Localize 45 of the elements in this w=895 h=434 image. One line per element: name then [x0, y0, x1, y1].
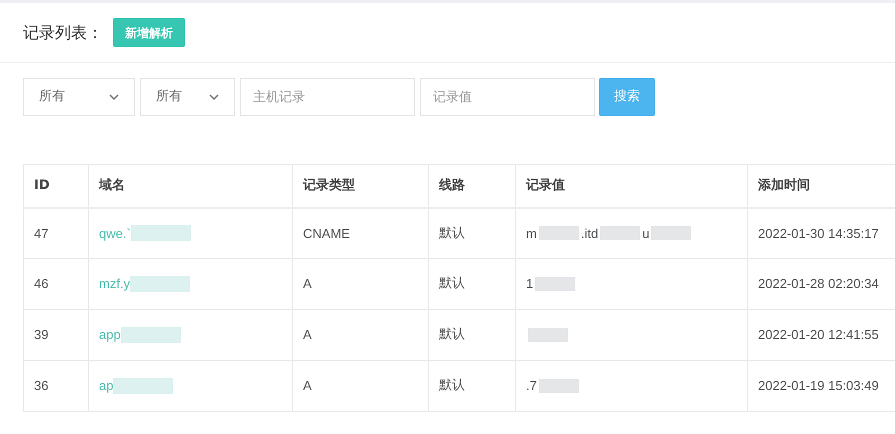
- filter-select[interactable]: 所有: [23, 78, 135, 116]
- redaction-mark: [113, 378, 174, 394]
- table-cell: 39: [24, 310, 88, 360]
- record-value-fragment: u: [642, 224, 650, 242]
- record-value-fragment: m: [526, 224, 537, 242]
- filter-input[interactable]: 记录值: [420, 78, 595, 116]
- column-header: ID: [24, 164, 88, 208]
- redaction-mark: [528, 328, 568, 342]
- record-value-fragment: .7: [526, 377, 537, 396]
- redaction-mark: [600, 226, 640, 240]
- domain-link[interactable]: app: [99, 325, 121, 345]
- section-title: 记录列表：: [23, 22, 103, 44]
- record-value-fragment: 1: [526, 275, 534, 294]
- search-button[interactable]: 搜索: [599, 78, 655, 116]
- chevron-down-icon: [109, 94, 119, 100]
- table-cell: CNAME: [292, 208, 428, 258]
- table-cell: 默认: [428, 258, 516, 310]
- column-header: 线路: [428, 164, 516, 208]
- filter-select[interactable]: 所有: [140, 78, 235, 116]
- redaction-mark: [538, 379, 579, 393]
- table-cell: A: [292, 360, 428, 412]
- table-cell: 47: [24, 208, 88, 258]
- domain-link[interactable]: ap: [99, 376, 114, 396]
- redaction-mark: [120, 327, 181, 343]
- add-record-button[interactable]: 新增解析: [113, 18, 185, 47]
- redaction-mark: [538, 226, 579, 240]
- domain-link[interactable]: mzf.y: [99, 274, 130, 294]
- column-header: 记录类型: [292, 164, 428, 208]
- chevron-down-icon: [209, 94, 219, 100]
- column-header: 域名: [88, 164, 292, 208]
- redaction-mark: [651, 226, 692, 240]
- domain-link[interactable]: qwe.`: [99, 224, 131, 243]
- table-cell: 默认: [428, 360, 516, 412]
- redaction-mark: [535, 277, 576, 291]
- table-cell: 默认: [428, 310, 516, 360]
- redaction-mark: [130, 276, 190, 292]
- redaction-mark: [130, 225, 191, 242]
- table-cell: A: [292, 310, 428, 360]
- table-cell: A: [292, 258, 428, 310]
- table-cell: 默认: [428, 208, 516, 258]
- column-header: 记录值: [516, 164, 748, 208]
- table-cell: 46: [24, 258, 88, 310]
- record-value-fragment: .itd: [580, 224, 598, 242]
- filter-input[interactable]: 主机记录: [240, 78, 415, 116]
- table-cell: 36: [24, 360, 88, 412]
